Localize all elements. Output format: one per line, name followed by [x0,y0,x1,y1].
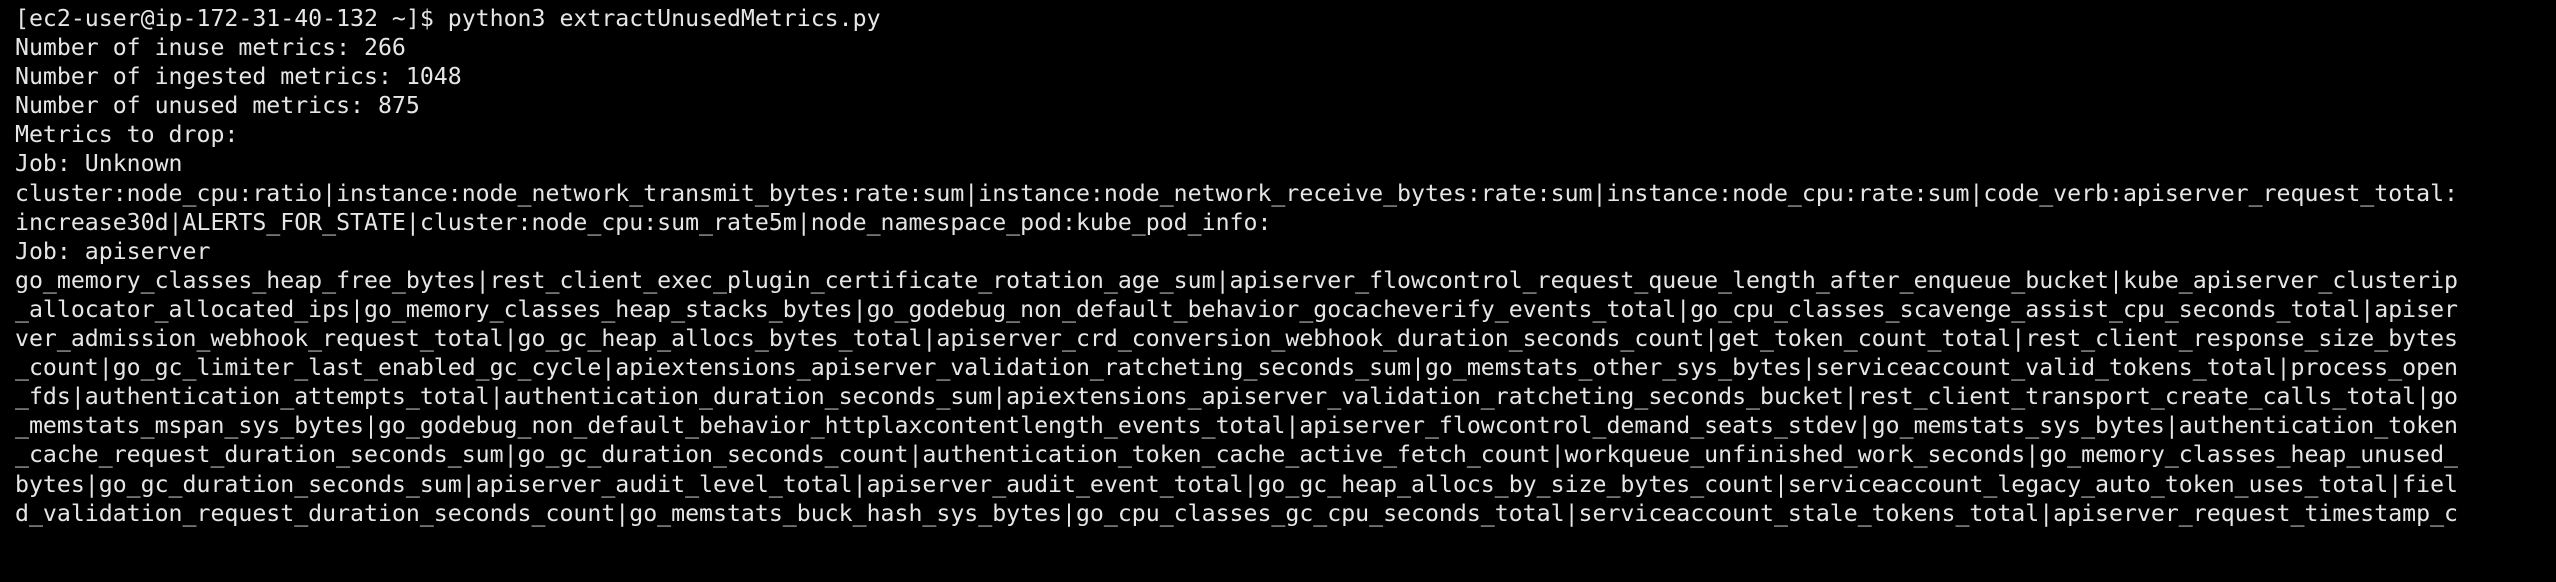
output-line-ingested-count: Number of ingested metrics: 1048 [15,63,462,91]
output-line: go_memory_classes_heap_free_bytes|rest_c… [15,266,2459,294]
output-line: ver_admission_webhook_request_total|go_g… [15,325,2459,353]
terminal-window[interactable]: [ec2-user@ip-172-31-40-132 ~]$ python3 e… [0,0,2556,582]
output-line: d_validation_request_duration_seconds_co… [15,499,2459,527]
prompt-command-line: [ec2-user@ip-172-31-40-132 ~]$ python3 e… [15,5,881,32]
output-line: _memstats_mspan_sys_bytes|go_godebug_non… [15,412,2459,440]
output-line-inuse-count: Number of inuse metrics: 266 [15,34,406,62]
output-line-metrics-to-drop: Metrics to drop: [15,121,239,149]
output-line-job-unknown: Job: Unknown [15,150,183,178]
output-line-job-apiserver: Job: apiserver [15,237,211,265]
output-line: increase30d|ALERTS_FOR_STATE|cluster:nod… [15,208,1272,236]
output-line: _cache_request_duration_seconds_sum|go_g… [15,441,2459,469]
output-line: _fds|authentication_attempts_total|authe… [15,383,2459,411]
output-line: _allocator_allocated_ips|go_memory_class… [15,295,2459,323]
output-line: bytes|go_gc_duration_seconds_sum|apiserv… [15,470,2459,498]
output-line: cluster:node_cpu:ratio|instance:node_net… [15,179,2459,207]
output-line: _count|go_gc_limiter_last_enabled_gc_cyc… [15,354,2459,382]
output-line-unused-count: Number of unused metrics: 875 [15,92,420,120]
